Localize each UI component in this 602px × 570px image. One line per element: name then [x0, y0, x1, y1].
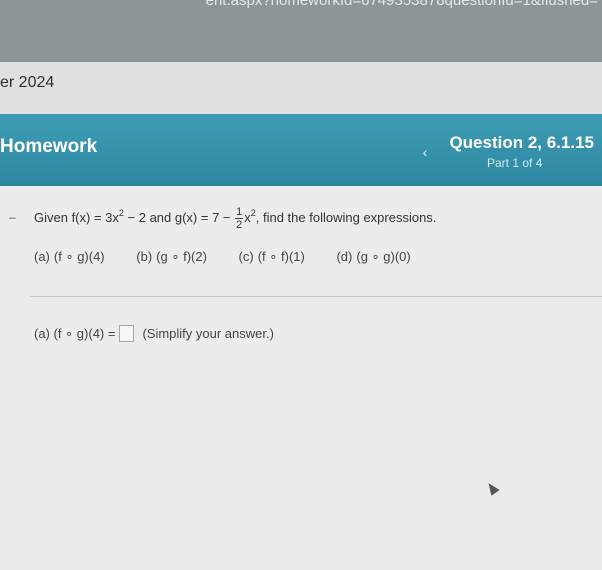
- semester-label: er 2024: [0, 74, 55, 91]
- fraction-numerator: 1: [235, 206, 244, 219]
- chevron-left-icon: ‹: [422, 144, 428, 160]
- answer-hint: (Simplify your answer.): [142, 326, 274, 341]
- answer-row: (a) (f ∘ g)(4) = (Simplify your answer.): [34, 325, 274, 342]
- mouse-cursor-icon: [484, 480, 500, 496]
- given-middle: − 2 and g(x) = 7 −: [123, 209, 235, 225]
- collapse-dash: –: [9, 210, 16, 224]
- part-b: (b) (g ∘ f)(2): [136, 249, 221, 264]
- question-statement: Given f(x) = 3x2 − 2 and g(x) = 7 − 1 2 x2…: [34, 206, 436, 231]
- part-c: (c) (f ∘ f)(1): [239, 249, 319, 264]
- given-prefix: Given f(x) = 3x: [34, 209, 119, 225]
- answer-prompt: (a) (f ∘ g)(4) =: [34, 325, 116, 341]
- previous-question-button[interactable]: ‹: [416, 141, 434, 163]
- url-text: ent.aspx?homeworkId=6749353878questionId…: [205, 0, 598, 9]
- question-part-label: Part 1 of 4: [487, 156, 543, 170]
- given-suffix: , find the following expressions.: [255, 209, 437, 225]
- fraction-denominator: 2: [236, 219, 243, 231]
- section-divider: [30, 296, 602, 297]
- part-d-tag: (d): [336, 249, 353, 264]
- part-c-tag: (c): [238, 249, 254, 264]
- part-a-expr: (f ∘ g)(4): [53, 249, 105, 264]
- question-title: Question 2, 6.1.15: [449, 133, 594, 152]
- question-content: – Given f(x) = 3x 2 − 2 and g(x) = 7 − 12…: [0, 186, 602, 570]
- course-header: er 2024: [0, 62, 602, 114]
- part-b-expr: (g ∘ f)(2): [156, 249, 207, 264]
- part-a: (a) (f ∘ g)(4): [34, 249, 119, 264]
- homework-header-bar: Homework ‹ Question 2, 6.1.15 Part 1 of …: [0, 114, 602, 186]
- part-d: (d) (g ∘ g)(0): [336, 249, 424, 264]
- question-parts-list: (a) (f ∘ g)(4) (b) (g ∘ f)(2) (c) (f ∘ f)(1…: [34, 249, 439, 265]
- browser-url-bar[interactable]: ent.aspx?homeworkId=6749353878questionId…: [0, 0, 602, 62]
- homework-title: Homework: [0, 136, 98, 157]
- fraction-one-half: 12: [235, 206, 244, 231]
- part-a-tag: (a): [34, 249, 50, 264]
- part-b-tag: (b): [136, 249, 153, 264]
- answer-input[interactable]: [119, 325, 135, 342]
- part-d-expr: (g ∘ g)(0): [356, 249, 411, 264]
- part-c-expr: (f ∘ f)(1): [257, 249, 305, 264]
